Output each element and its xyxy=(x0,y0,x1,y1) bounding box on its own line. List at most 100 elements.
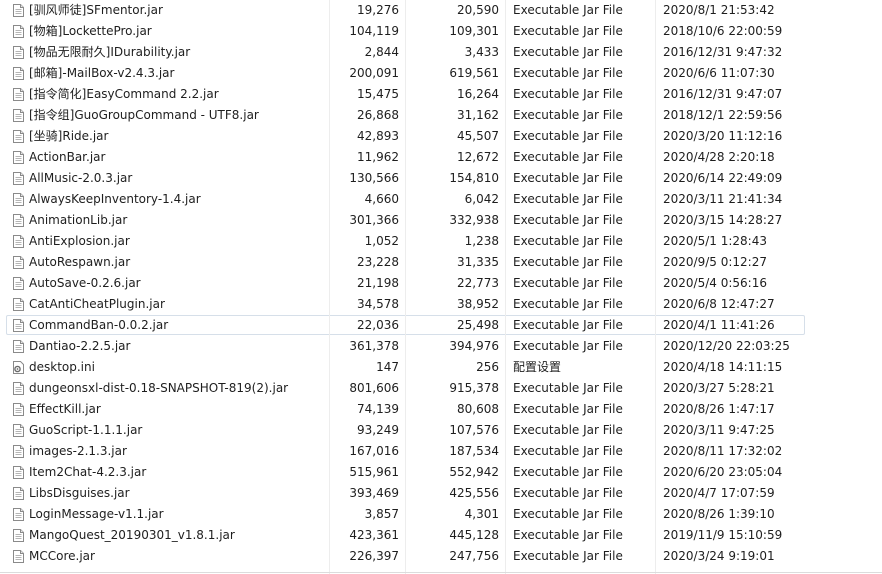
file-row[interactable]: AllMusic-2.0.3.jar 130,566 154,810 Executab… xyxy=(0,168,882,189)
file-size: 23,228 xyxy=(357,255,399,269)
file-modified: 2018/12/1 22:59:56 xyxy=(663,108,783,122)
file-row[interactable]: ActionBar.jar 11,962 12,672 Executable Jar … xyxy=(0,147,882,168)
file-packed-size: 3,433 xyxy=(464,45,499,59)
file-packed-size: 187,534 xyxy=(449,444,499,458)
file-list: [驯风师徒]SFmentor.jar 19,276 20,590 Executable… xyxy=(0,0,882,567)
file-name: AntiExplosion.jar xyxy=(29,234,130,248)
jar-file-icon xyxy=(13,403,24,416)
file-row[interactable]: [坐骑]Ride.jar 42,893 45,507 Executable Jar F… xyxy=(0,126,882,147)
jar-file-icon xyxy=(13,151,24,164)
file-packed-size: 20,590 xyxy=(457,3,499,17)
file-packed-size: 107,576 xyxy=(449,423,499,437)
jar-file-icon xyxy=(13,46,24,59)
file-packed-size: 22,773 xyxy=(457,276,499,290)
file-size: 3,857 xyxy=(364,507,399,521)
file-name: CatAntiCheatPlugin.jar xyxy=(29,297,165,311)
file-modified: 2020/3/15 14:28:27 xyxy=(663,213,783,227)
jar-file-icon xyxy=(13,508,24,521)
file-row[interactable]: [指令组]GuoGroupCommand - UTF8.jar 26,868 31,… xyxy=(0,105,882,126)
jar-file-icon xyxy=(13,424,24,437)
file-name: desktop.ini xyxy=(29,360,95,374)
file-packed-size: 256 xyxy=(476,360,499,374)
file-packed-size: 25,498 xyxy=(457,318,499,332)
file-type: Executable Jar File xyxy=(513,402,623,416)
file-size: 1,052 xyxy=(364,234,399,248)
file-row[interactable]: Item2Chat-4.2.3.jar 515,961 552,942 Executa… xyxy=(0,462,882,483)
jar-file-icon xyxy=(13,4,24,17)
file-row[interactable]: AutoSave-0.2.6.jar 21,198 22,773 Executable… xyxy=(0,273,882,294)
file-size: 2,844 xyxy=(364,45,399,59)
file-name: LoginMessage-v1.1.jar xyxy=(29,507,164,521)
file-row[interactable]: LoginMessage-v1.1.jar 3,857 4,301 Executabl… xyxy=(0,504,882,525)
file-row[interactable]: CommandBan-0.0.2.jar 22,036 25,498 Executab… xyxy=(0,315,882,336)
jar-file-icon xyxy=(13,319,24,332)
file-modified: 2020/3/24 9:19:01 xyxy=(663,549,775,563)
file-modified: 2020/8/11 17:32:02 xyxy=(663,444,783,458)
file-row[interactable]: MCCore.jar 226,397 247,756 Executable Jar F… xyxy=(0,546,882,567)
file-modified: 2020/3/11 9:47:25 xyxy=(663,423,775,437)
column-divider xyxy=(405,0,406,574)
file-type: Executable Jar File xyxy=(513,276,623,290)
file-modified: 2020/6/14 22:49:09 xyxy=(663,171,783,185)
file-row[interactable]: [物品无限耐久]IDurability.jar 2,844 3,433 Executa… xyxy=(0,42,882,63)
jar-file-icon xyxy=(13,88,24,101)
file-row[interactable]: EffectKill.jar 74,139 80,608 Executable Jar… xyxy=(0,399,882,420)
file-modified: 2020/4/1 11:41:26 xyxy=(663,318,775,332)
file-row[interactable]: [物箱]LockettePro.jar 104,119 109,301 Executa… xyxy=(0,21,882,42)
jar-file-icon xyxy=(13,214,24,227)
file-name: GuoScript-1.1.1.jar xyxy=(29,423,143,437)
jar-file-icon xyxy=(13,235,24,248)
file-modified: 2020/4/28 2:20:18 xyxy=(663,150,775,164)
file-type: Executable Jar File xyxy=(513,213,623,227)
file-row[interactable]: AlwaysKeepInventory-1.4.jar 4,660 6,042 Exe… xyxy=(0,189,882,210)
jar-file-icon xyxy=(13,256,24,269)
file-name: [坐骑]Ride.jar xyxy=(29,129,109,143)
file-row[interactable]: Dantiao-2.2.5.jar 361,378 394,976 Executabl… xyxy=(0,336,882,357)
file-type: Executable Jar File xyxy=(513,444,623,458)
file-packed-size: 31,162 xyxy=(457,108,499,122)
file-packed-size: 394,976 xyxy=(449,339,499,353)
file-row[interactable]: MangoQuest_20190301_v1.8.1.jar 423,361 445… xyxy=(0,525,882,546)
file-type: 配置设置 xyxy=(513,360,562,374)
settings-file-icon xyxy=(13,361,24,374)
file-packed-size: 332,938 xyxy=(449,213,499,227)
file-row[interactable]: desktop.ini 147 256 配置设置 2020/4/18 14:11:15 xyxy=(0,357,882,378)
file-row[interactable]: [驯风师徒]SFmentor.jar 19,276 20,590 Executable… xyxy=(0,0,882,21)
file-type: Executable Jar File xyxy=(513,339,623,353)
file-modified: 2020/3/11 21:41:34 xyxy=(663,192,783,206)
file-type: Executable Jar File xyxy=(513,528,623,542)
file-size: 200,091 xyxy=(349,66,399,80)
file-row[interactable]: images-2.1.3.jar 167,016 187,534 Executable… xyxy=(0,441,882,462)
file-row[interactable]: dungeonsxl-dist-0.18-SNAPSHOT-819(2).jar… xyxy=(0,378,882,399)
column-divider xyxy=(655,0,656,574)
file-size: 4,660 xyxy=(364,192,399,206)
file-row[interactable]: AntiExplosion.jar 1,052 1,238 Executable Ja… xyxy=(0,231,882,252)
jar-file-icon xyxy=(13,298,24,311)
file-size: 93,249 xyxy=(357,423,399,437)
file-packed-size: 1,238 xyxy=(464,234,499,248)
file-type: Executable Jar File xyxy=(513,549,623,563)
file-packed-size: 915,378 xyxy=(449,381,499,395)
file-name: dungeonsxl-dist-0.18-SNAPSHOT-819(2).jar xyxy=(29,381,289,395)
file-row[interactable]: CatAntiCheatPlugin.jar 34,578 38,952 Execut… xyxy=(0,294,882,315)
file-row[interactable]: [指令简化]EasyCommand 2.2.jar 15,475 16,264 Exe… xyxy=(0,84,882,105)
file-name: AutoRespawn.jar xyxy=(29,255,131,269)
file-modified: 2020/3/20 11:12:16 xyxy=(663,129,783,143)
file-size: 167,016 xyxy=(349,444,399,458)
file-modified: 2020/8/26 1:47:17 xyxy=(663,402,775,416)
file-row[interactable]: AnimationLib.jar 301,366 332,938 Executable… xyxy=(0,210,882,231)
file-name: [指令组]GuoGroupCommand - UTF8.jar xyxy=(29,108,259,122)
file-size: 130,566 xyxy=(349,171,399,185)
file-modified: 2020/6/20 23:05:04 xyxy=(663,465,783,479)
file-row[interactable]: AutoRespawn.jar 23,228 31,335 Executable Ja… xyxy=(0,252,882,273)
file-type: Executable Jar File xyxy=(513,234,623,248)
file-packed-size: 38,952 xyxy=(457,297,499,311)
file-size: 21,198 xyxy=(357,276,399,290)
file-row[interactable]: LibsDisguises.jar 393,469 425,556 Executabl… xyxy=(0,483,882,504)
file-row[interactable]: GuoScript-1.1.1.jar 93,249 107,576 Executab… xyxy=(0,420,882,441)
jar-file-icon xyxy=(13,445,24,458)
file-type: Executable Jar File xyxy=(513,255,623,269)
file-row[interactable]: [邮箱]-MailBox-v2.4.3.jar 200,091 619,561 Exe… xyxy=(0,63,882,84)
file-packed-size: 425,556 xyxy=(449,486,499,500)
file-type: Executable Jar File xyxy=(513,45,623,59)
